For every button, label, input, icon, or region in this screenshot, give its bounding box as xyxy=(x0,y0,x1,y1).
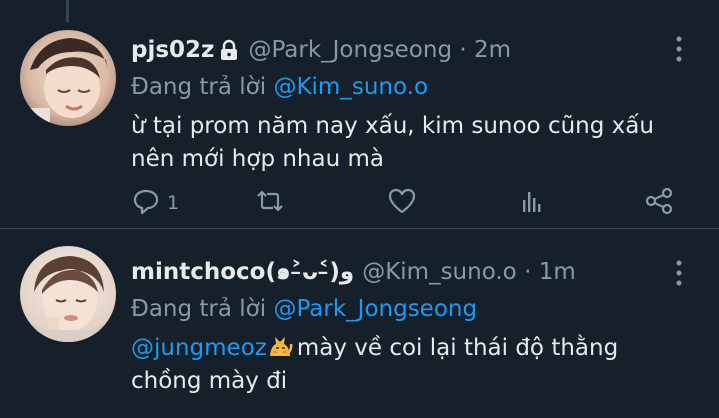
tweet-content: pjs02z @Park_Jongseong · 2m Đang trả lời… xyxy=(131,35,679,176)
handle-and-time: @Park_Jongseong · 2m xyxy=(248,35,511,65)
user-handle[interactable]: @Park_Jongseong xyxy=(248,37,452,63)
replying-to-label: Đang trả lời xyxy=(131,74,267,100)
tweet-content: mintchoco(๑˃̵ᴗ˂̵)و @Kim_suno.o · 1m Đang… xyxy=(131,257,679,398)
tweet-reply[interactable]: mintchoco(๑˃̵ᴗ˂̵)و @Kim_suno.o · 1m Đang… xyxy=(0,236,719,418)
tweet-text-line: ừ tại prom năm nay xấu, kim sunoo cũng x… xyxy=(131,113,654,139)
heart-icon xyxy=(387,186,417,221)
analytics-icon xyxy=(517,186,547,221)
tweet-actions-bar: 1 xyxy=(131,186,676,221)
avatar[interactable] xyxy=(20,246,116,342)
display-name[interactable]: pjs02z xyxy=(131,35,214,65)
analytics-button[interactable] xyxy=(517,188,547,218)
cat-emoji-icon xyxy=(267,334,293,358)
display-name[interactable]: mintchoco(๑˃̵ᴗ˂̵)و xyxy=(131,257,354,287)
share-icon xyxy=(644,186,674,221)
replying-to-line: Đang trả lời @Park_Jongseong xyxy=(131,294,679,324)
replying-to-mention[interactable]: @Kim_suno.o xyxy=(273,74,428,100)
reply-button[interactable]: 1 xyxy=(131,188,179,218)
reply-count: 1 xyxy=(167,192,180,214)
tweet-header: pjs02z @Park_Jongseong · 2m xyxy=(131,35,679,65)
tweet-text-line: chồng mày đi xyxy=(131,368,288,394)
more-vertical-icon[interactable] xyxy=(674,260,684,286)
lock-icon xyxy=(218,39,240,61)
meta-separator: · xyxy=(524,259,532,285)
body-mention[interactable]: @jungmeoz xyxy=(131,335,267,361)
reply-icon xyxy=(131,186,161,221)
like-button[interactable] xyxy=(387,188,417,218)
more-vertical-icon[interactable] xyxy=(674,36,684,62)
tweet-text-line: @jungmeoz mày về coi lại thái độ thằng xyxy=(131,332,679,365)
timestamp[interactable]: 2m xyxy=(474,37,511,63)
retweet-button[interactable] xyxy=(255,188,285,218)
thread-connector-line xyxy=(66,0,69,22)
body-text-rest: mày về coi lại thái độ thằng xyxy=(296,335,619,361)
replying-to-mention[interactable]: @Park_Jongseong xyxy=(273,296,477,322)
tweet-text-line: nên mới hợp nhau mà xyxy=(131,146,384,172)
replying-to-line: Đang trả lời @Kim_suno.o xyxy=(131,72,679,102)
tweet-reply[interactable]: pjs02z @Park_Jongseong · 2m Đang trả lời… xyxy=(0,22,719,224)
replying-to-label: Đang trả lời xyxy=(131,296,267,322)
tweet-text: ừ tại prom năm nay xấu, kim sunoo cũng x… xyxy=(131,110,679,176)
tweet-text: @jungmeoz mày về coi lại thái độ thằng c… xyxy=(131,332,679,398)
retweet-icon xyxy=(255,186,285,221)
handle-and-time: @Kim_suno.o · 1m xyxy=(362,257,576,287)
tweet-divider xyxy=(0,228,719,229)
share-button[interactable] xyxy=(644,186,674,221)
avatar[interactable] xyxy=(20,30,116,126)
timestamp[interactable]: 1m xyxy=(539,259,576,285)
meta-separator: · xyxy=(459,37,467,63)
tweet-header: mintchoco(๑˃̵ᴗ˂̵)و @Kim_suno.o · 1m xyxy=(131,257,679,287)
user-handle[interactable]: @Kim_suno.o xyxy=(362,259,517,285)
